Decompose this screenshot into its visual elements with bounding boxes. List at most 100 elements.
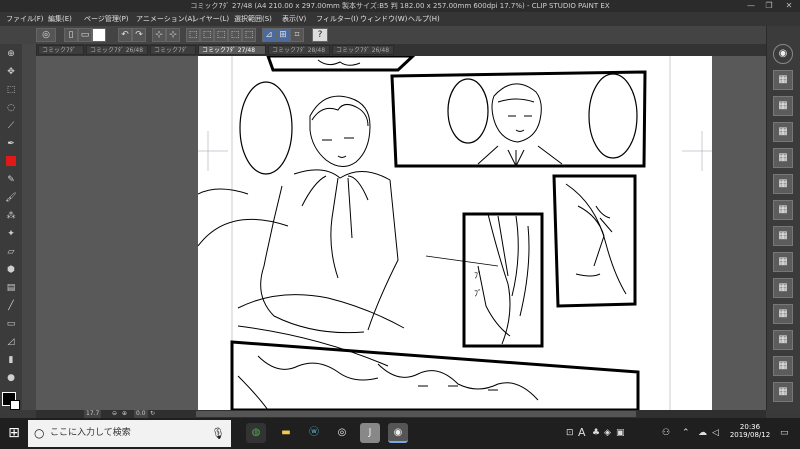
- close-button[interactable]: ✕: [780, 0, 798, 12]
- tab-document-5[interactable]: コミック7ﾀﾞ 28/48: [268, 45, 330, 55]
- tray-box-icon[interactable]: ▣: [616, 424, 625, 442]
- tab-document-active[interactable]: コミック7ﾀﾞ 27/48: [198, 45, 266, 55]
- search-icon: ○: [34, 426, 45, 440]
- layer-button-6[interactable]: ▦: [773, 200, 793, 220]
- decoration-icon[interactable]: ✦: [4, 228, 18, 240]
- pencil-icon[interactable]: ✎: [4, 174, 18, 186]
- tray-figure-icon[interactable]: ♣: [592, 424, 600, 442]
- tray-app-a[interactable]: A: [578, 424, 586, 442]
- open-file-icon[interactable]: ▭: [78, 28, 92, 42]
- gradient-icon[interactable]: ▤: [4, 282, 18, 294]
- tray-app-icon[interactable]: ⊡: [566, 424, 574, 442]
- layer-button-8[interactable]: ▦: [773, 252, 793, 272]
- select-icon[interactable]: ⬚: [4, 84, 18, 96]
- maximize-button[interactable]: ❐: [760, 0, 778, 12]
- ruler-icon[interactable]: ◿: [4, 336, 18, 348]
- zoom-icon[interactable]: ⊕: [4, 48, 18, 60]
- red-color-chip[interactable]: [6, 156, 16, 166]
- menu-selection[interactable]: 選択範囲(S): [234, 12, 272, 26]
- new-file-icon[interactable]: ▯: [64, 28, 78, 42]
- menu-animation[interactable]: アニメーション(A): [136, 12, 195, 26]
- undo-icon[interactable]: ↶: [118, 28, 132, 42]
- sub-color-swatch[interactable]: [10, 400, 20, 410]
- window-title: コミック7ﾀﾞ 27/48 (A4 210.00 x 297.00mm 製本サイ…: [190, 2, 610, 10]
- app-j-icon[interactable]: J: [360, 423, 380, 443]
- people-icon[interactable]: ⚇: [662, 424, 670, 442]
- menu-file[interactable]: ファイル(F): [6, 12, 44, 26]
- logo-icon[interactable]: ◎: [36, 28, 56, 42]
- layer-button-4[interactable]: ▦: [773, 148, 793, 168]
- horizontal-scrollbar[interactable]: [196, 411, 636, 417]
- menu-page[interactable]: ページ管理(P): [84, 12, 129, 26]
- minimize-button[interactable]: —: [742, 0, 760, 12]
- crop-icon[interactable]: ⬚: [228, 28, 242, 42]
- lasso-icon[interactable]: ◌: [4, 102, 18, 114]
- selection-border-icon[interactable]: ⬚: [214, 28, 228, 42]
- balloon-icon[interactable]: ●: [4, 372, 18, 384]
- tab-document-2[interactable]: コミック7ﾀﾞ 26/48: [86, 45, 148, 55]
- scale-icon[interactable]: ⊹: [166, 28, 180, 42]
- tab-document-3[interactable]: コミック7ﾀﾞ: [150, 45, 196, 55]
- manga-page-artwork: ﾌﾞ ﾌﾞ: [197, 54, 712, 412]
- layer-button-1[interactable]: ▦: [773, 70, 793, 90]
- navigator-icon[interactable]: ◉: [773, 44, 793, 64]
- brush-icon[interactable]: 🖌: [4, 192, 18, 204]
- layer-button-9[interactable]: ▦: [773, 278, 793, 298]
- text-icon[interactable]: ▮: [4, 354, 18, 366]
- layer-button-11[interactable]: ▦: [773, 330, 793, 350]
- invert-selection-icon[interactable]: ⬚: [200, 28, 214, 42]
- menu-window[interactable]: ウィンドウ(W): [360, 12, 407, 26]
- eyedropper-icon[interactable]: ⟋: [4, 120, 18, 132]
- figure-icon[interactable]: ╱: [4, 300, 18, 312]
- tab-document-1[interactable]: コミック7ﾀﾞ: [38, 45, 84, 55]
- file-explorer-icon[interactable]: ▬: [276, 423, 296, 443]
- pen-icon[interactable]: ✒: [4, 138, 18, 150]
- tab-document-6[interactable]: コミック7ﾀﾞ 26/48: [332, 45, 394, 55]
- canvas-paper[interactable]: ﾌﾞ ﾌﾞ: [197, 54, 712, 412]
- color-swatch-icon[interactable]: [92, 28, 106, 42]
- speaker-icon[interactable]: ◁: [712, 424, 719, 442]
- system-clock[interactable]: 20:36 2019/08/12: [728, 423, 772, 445]
- zoom-in-icon[interactable]: ⊕: [122, 410, 127, 418]
- move-icon[interactable]: ✥: [4, 66, 18, 78]
- cloud-icon[interactable]: ☁: [698, 424, 707, 442]
- help-button[interactable]: ?: [312, 28, 328, 42]
- notification-icon[interactable]: ▭: [780, 424, 789, 442]
- airbrush-icon[interactable]: ⁂: [4, 210, 18, 222]
- snap-ruler-icon[interactable]: ⊿: [262, 28, 276, 42]
- layer-button-2[interactable]: ▦: [773, 96, 793, 116]
- snap-special-icon[interactable]: ⌗: [290, 28, 304, 42]
- layer-button-5[interactable]: ▦: [773, 174, 793, 194]
- transform-icon[interactable]: ⊹: [152, 28, 166, 42]
- start-button[interactable]: ⊞: [0, 418, 28, 449]
- menu-filter[interactable]: フィルター(I): [316, 12, 358, 26]
- menu-view[interactable]: 表示(V): [282, 12, 306, 26]
- app-swirl-icon[interactable]: ◎: [332, 423, 352, 443]
- layer-button-12[interactable]: ▦: [773, 356, 793, 376]
- snap-grid-icon[interactable]: ⊞: [276, 28, 290, 42]
- tray-cube-icon[interactable]: ◈: [604, 424, 611, 442]
- deselect-icon[interactable]: ⬚: [186, 28, 200, 42]
- app-w-icon[interactable]: ⓦ: [304, 423, 324, 443]
- rotation-value[interactable]: 0.0: [134, 410, 148, 418]
- zoom-out-icon[interactable]: ⊖: [112, 410, 117, 418]
- menu-edit[interactable]: 編集(E): [48, 12, 72, 26]
- frame-icon[interactable]: ▭: [4, 318, 18, 330]
- layer-button-3[interactable]: ▦: [773, 122, 793, 142]
- redo-icon[interactable]: ↷: [132, 28, 146, 42]
- eraser-icon[interactable]: ▱: [4, 246, 18, 258]
- chrome-icon[interactable]: ◍: [246, 423, 266, 443]
- fill-selection-icon[interactable]: ⬚: [242, 28, 256, 42]
- chevron-up-icon[interactable]: ⌃: [682, 424, 690, 442]
- rotate-icon[interactable]: ↻: [150, 410, 155, 418]
- menu-layer[interactable]: レイヤー(L): [192, 12, 229, 26]
- clip-studio-taskbar-icon[interactable]: ◉: [388, 423, 408, 443]
- menu-help[interactable]: ヘルプ(H): [408, 12, 440, 26]
- main-figure-art: [197, 95, 405, 367]
- microphone-icon[interactable]: 🎙: [211, 420, 225, 447]
- layer-button-13[interactable]: ▦: [773, 382, 793, 402]
- layer-button-10[interactable]: ▦: [773, 304, 793, 324]
- fill-icon[interactable]: ⬢: [4, 264, 18, 276]
- zoom-value[interactable]: 17.7: [84, 410, 102, 418]
- layer-button-7[interactable]: ▦: [773, 226, 793, 246]
